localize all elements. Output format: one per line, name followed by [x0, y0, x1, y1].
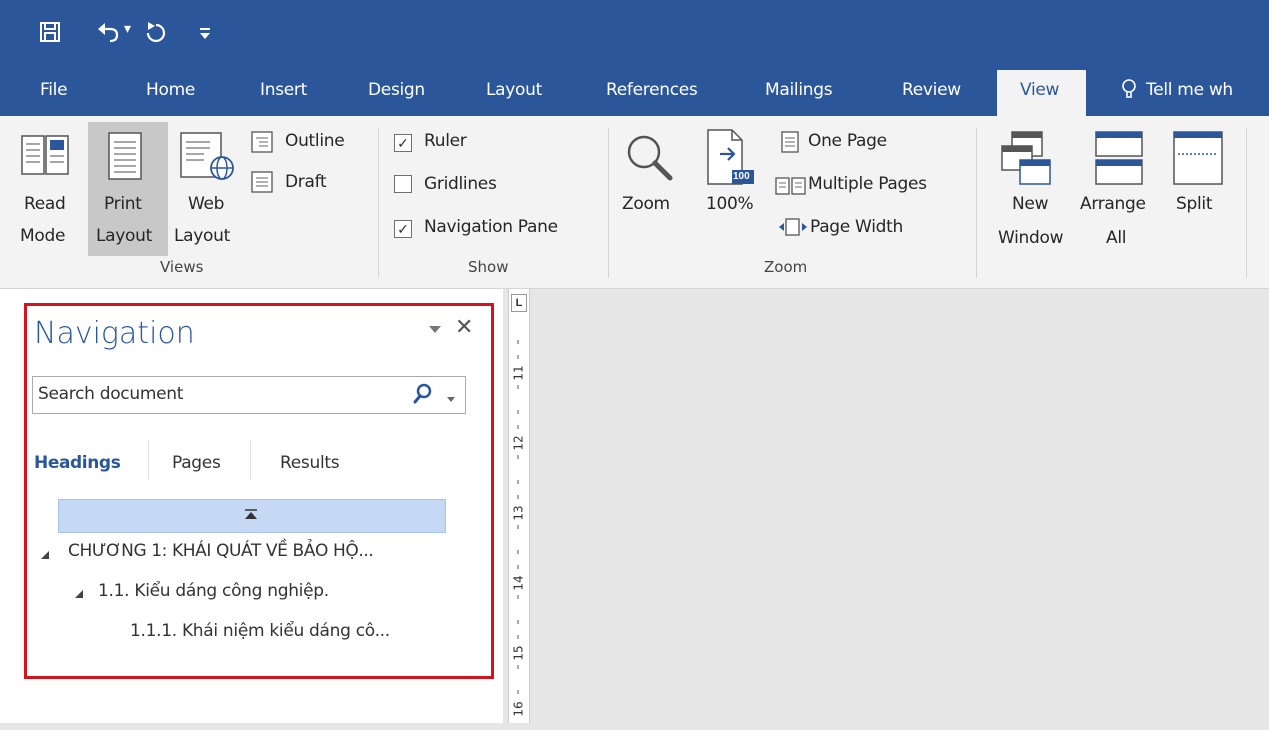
page-width-icon: [778, 217, 808, 242]
heading-item-level2[interactable]: 1.1. Kiểu dáng công nghiệp.: [98, 581, 329, 601]
ruler-checkbox[interactable]: ✓: [394, 134, 412, 152]
lightbulb-icon: [1120, 78, 1138, 105]
tab-headings[interactable]: Headings: [34, 453, 121, 473]
multiple-pages-icon: [774, 176, 808, 201]
magnifier-icon: [622, 130, 678, 191]
pane-options-icon[interactable]: [428, 322, 442, 340]
hundred-percent-button[interactable]: 100%: [706, 194, 754, 214]
tab-design[interactable]: Design: [368, 80, 425, 100]
navigation-pane-label: Navigation Pane: [424, 217, 558, 237]
read-mode-label-2[interactable]: Mode: [20, 226, 65, 246]
separator: [608, 128, 609, 278]
tab-view[interactable]: View: [1020, 80, 1059, 100]
tell-me-search[interactable]: Tell me wh: [1146, 80, 1233, 100]
group-label-zoom: Zoom: [764, 258, 808, 276]
separator: [378, 128, 379, 278]
separator: [976, 128, 977, 278]
web-layout-icon: [180, 132, 236, 187]
navigation-title: Navigation: [34, 316, 195, 351]
new-window-label-2[interactable]: Window: [998, 228, 1064, 248]
repeat-icon[interactable]: [144, 20, 168, 50]
ruler-number: 12: [511, 435, 526, 451]
close-icon[interactable]: ✕: [455, 314, 473, 340]
hundred-badge: 100: [733, 171, 750, 182]
print-layout-label-2[interactable]: Layout: [96, 226, 152, 246]
tab-review[interactable]: Review: [902, 80, 961, 100]
title-bar: [0, 0, 1269, 68]
customize-qat-icon[interactable]: [198, 24, 212, 47]
multiple-pages-button[interactable]: Multiple Pages: [808, 174, 927, 194]
ruler-number: 15: [511, 645, 526, 661]
group-label-show: Show: [468, 258, 509, 276]
tab-separator: [250, 440, 251, 480]
gridlines-checkbox[interactable]: [394, 175, 412, 193]
zoom-button[interactable]: Zoom: [622, 194, 670, 214]
separator: [1246, 128, 1247, 278]
tab-insert[interactable]: Insert: [260, 80, 307, 100]
gridlines-label: Gridlines: [424, 174, 497, 194]
ruler-number: 14: [511, 575, 526, 591]
ruler-ticks: [512, 325, 522, 725]
new-window-label-1[interactable]: New: [1012, 194, 1048, 214]
outline-icon: [250, 130, 274, 159]
tab-layout[interactable]: Layout: [486, 80, 542, 100]
page-width-button[interactable]: Page Width: [810, 217, 903, 237]
search-input[interactable]: Search document: [38, 384, 183, 404]
search-icon[interactable]: [412, 382, 434, 409]
tab-results[interactable]: Results: [280, 453, 340, 473]
undo-icon[interactable]: [96, 20, 122, 50]
outline-button[interactable]: Outline: [285, 131, 345, 151]
tab-separator: [148, 440, 149, 480]
tab-selector[interactable]: L: [511, 294, 527, 312]
undo-dropdown-icon[interactable]: ▾: [124, 20, 131, 37]
print-layout-label-1[interactable]: Print: [104, 194, 142, 214]
expand-triangle-icon[interactable]: [74, 586, 84, 604]
draft-button[interactable]: Draft: [285, 172, 327, 192]
new-window-icon: [998, 130, 1052, 193]
split-icon: [1172, 130, 1224, 193]
heading-item-level1[interactable]: CHƯƠNG 1: KHÁI QUÁT VỀ BẢO HỘ...: [68, 541, 374, 561]
one-page-icon: [780, 130, 800, 159]
heading-item-level3[interactable]: 1.1.1. Khái niệm kiểu dáng cô...: [130, 621, 390, 641]
search-dropdown-icon[interactable]: [446, 391, 456, 409]
ruler-number: 11: [511, 365, 526, 381]
tab-mailings[interactable]: Mailings: [765, 80, 833, 100]
tab-home[interactable]: Home: [146, 80, 195, 100]
one-page-button[interactable]: One Page: [808, 131, 887, 151]
tab-references[interactable]: References: [606, 80, 698, 100]
arrange-all-label-1[interactable]: Arrange: [1080, 194, 1146, 214]
ruler-label: Ruler: [424, 131, 467, 151]
read-mode-icon: [20, 130, 70, 185]
tab-file[interactable]: File: [40, 80, 68, 100]
expand-triangle-icon[interactable]: [40, 547, 50, 565]
navigation-pane-checkbox[interactable]: ✓: [394, 220, 412, 238]
tab-pages[interactable]: Pages: [172, 453, 221, 473]
read-mode-label-1[interactable]: Read: [24, 194, 66, 214]
ruler-number: 13: [511, 505, 526, 521]
web-layout-label-1[interactable]: Web: [188, 194, 224, 214]
arrange-all-label-2[interactable]: All: [1106, 228, 1126, 248]
web-layout-label-2[interactable]: Layout: [174, 226, 230, 246]
draft-icon: [250, 170, 274, 199]
collapse-all-icon[interactable]: [244, 508, 258, 527]
arrange-all-icon: [1094, 130, 1144, 193]
save-icon[interactable]: [38, 20, 62, 50]
ruler-number: 16: [511, 701, 526, 717]
group-label-views: Views: [160, 258, 204, 276]
split-button[interactable]: Split: [1176, 194, 1213, 214]
document-canvas[interactable]: [530, 289, 1269, 723]
print-layout-icon: [108, 132, 142, 185]
